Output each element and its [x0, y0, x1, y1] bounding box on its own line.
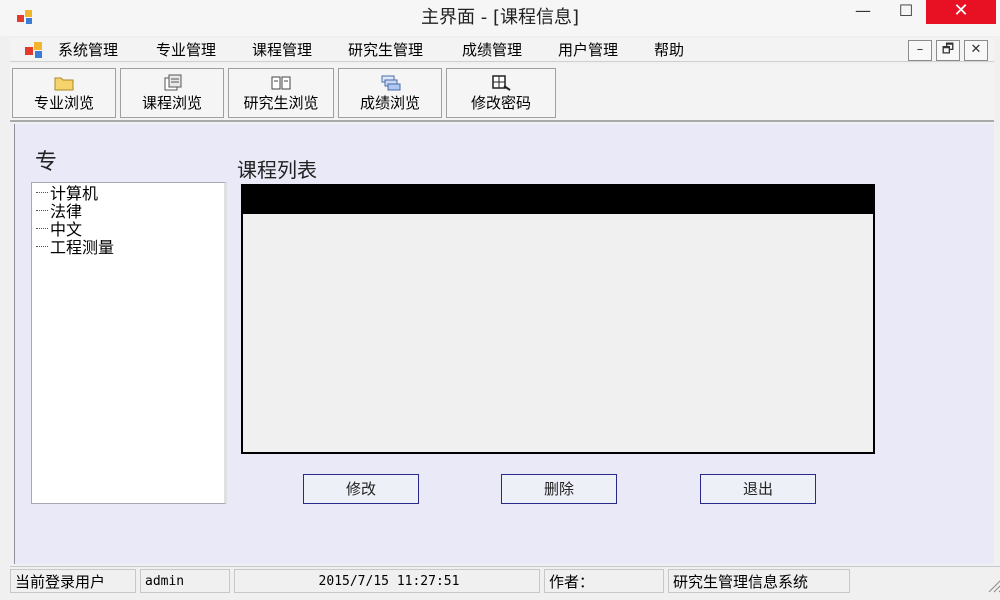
- tree-node-label: 中文: [50, 220, 83, 239]
- mdi-restore-button[interactable]: 🗗: [936, 40, 960, 61]
- toolbar-button-label: 课程浏览: [141, 94, 202, 112]
- toolbar-change-password-button[interactable]: 修改密码: [446, 68, 556, 118]
- menu-bar: 系统管理 专业管理 课程管理 研究生管理 成绩管理 用户管理 帮助 – 🗗 ✕: [10, 38, 994, 62]
- menu-graduate[interactable]: 研究生管理: [346, 38, 425, 62]
- status-datetime: 2015/7/15 11:27:51: [234, 569, 540, 593]
- toolbar-button-label: 研究生浏览: [243, 94, 319, 112]
- grid-header: [243, 186, 873, 214]
- tree-node[interactable]: 中文: [36, 221, 82, 239]
- stack-icon: [381, 75, 401, 91]
- menu-major[interactable]: 专业管理: [154, 38, 218, 62]
- course-grid[interactable]: [241, 184, 875, 454]
- exit-button[interactable]: 退出: [700, 474, 816, 504]
- tree-node[interactable]: 计算机: [36, 185, 98, 203]
- tree-connector: [36, 192, 48, 193]
- edit-button[interactable]: 修改: [303, 474, 419, 504]
- major-panel-heading: 专: [35, 150, 58, 175]
- resize-grip-icon[interactable]: [984, 575, 1000, 593]
- mdi-child-icon[interactable]: [24, 40, 46, 60]
- tree-node-label: 法律: [50, 202, 83, 221]
- key-icon: [492, 75, 511, 91]
- course-list-heading: 课程列表: [237, 158, 317, 182]
- toolbar: 专业浏览 课程浏览 研究生浏览 成绩浏览 修改密码: [10, 64, 994, 122]
- course-info-form: 专 计算机 法律 中文 工程测量 课程列表 修改 删除 退出: [14, 124, 994, 564]
- toolbar-button-label: 专业浏览: [33, 94, 94, 112]
- menu-course[interactable]: 课程管理: [250, 38, 314, 62]
- status-bar: 当前登录用户 admin 2015/7/15 11:27:51 作者： 研究生管…: [10, 566, 1000, 600]
- status-system-name: 研究生管理信息系统: [668, 569, 850, 593]
- major-tree[interactable]: 计算机 法律 中文 工程测量: [31, 182, 227, 504]
- tree-node-label: 计算机: [50, 184, 99, 203]
- menu-help[interactable]: 帮助: [652, 38, 686, 62]
- toolbar-grades-browse-button[interactable]: 成绩浏览: [338, 68, 442, 118]
- maximize-button[interactable]: ☐: [890, 0, 922, 24]
- status-user: admin: [140, 569, 230, 593]
- menu-users[interactable]: 用户管理: [556, 38, 620, 62]
- title-bar: 主界面 - [课程信息] — ☐ ✕: [0, 0, 1000, 36]
- toolbar-button-label: 成绩浏览: [359, 94, 420, 112]
- status-user-label: 当前登录用户: [10, 569, 136, 593]
- tree-connector: [36, 246, 48, 247]
- tree-node[interactable]: 法律: [36, 203, 82, 221]
- menu-grades[interactable]: 成绩管理: [460, 38, 524, 62]
- toolbar-major-browse-button[interactable]: 专业浏览: [12, 68, 116, 118]
- delete-button[interactable]: 删除: [501, 474, 617, 504]
- course-icon: [164, 74, 182, 91]
- close-button[interactable]: ✕: [926, 0, 996, 24]
- tree-connector: [36, 210, 48, 211]
- toolbar-course-browse-button[interactable]: 课程浏览: [120, 68, 224, 118]
- menu-system[interactable]: 系统管理: [56, 38, 120, 62]
- mdi-close-button[interactable]: ✕: [964, 40, 988, 61]
- book-icon: [271, 76, 291, 90]
- status-author: 作者：: [544, 569, 664, 593]
- tree-node-label: 工程测量: [50, 238, 115, 257]
- status-author-label: 作者：: [549, 573, 595, 591]
- tree-connector: [36, 228, 48, 229]
- toolbar-button-label: 修改密码: [470, 94, 531, 112]
- folder-icon: [54, 77, 74, 91]
- mdi-minimize-button[interactable]: –: [908, 40, 932, 61]
- toolbar-graduate-browse-button[interactable]: 研究生浏览: [228, 68, 334, 118]
- minimize-button[interactable]: —: [848, 0, 878, 24]
- tree-node[interactable]: 工程测量: [36, 239, 114, 257]
- grid-body[interactable]: [245, 216, 871, 450]
